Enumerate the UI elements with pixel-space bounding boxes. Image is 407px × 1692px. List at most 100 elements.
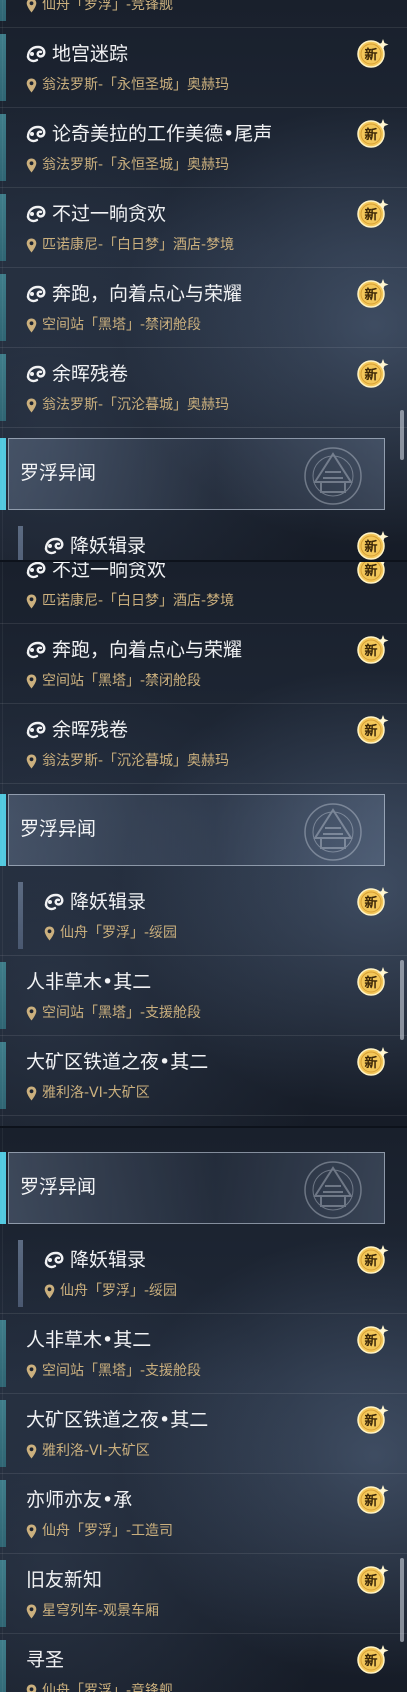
quest-location-row: 雅利洛-VI-大矿区 — [26, 1084, 150, 1102]
new-badge: 新 — [355, 1324, 389, 1354]
category-header[interactable]: 罗浮异闻 — [0, 794, 407, 866]
scrollbar[interactable] — [400, 410, 404, 460]
map-pin-icon — [26, 318, 37, 332]
quest-location-row: 翁法罗斯-「永恒圣城」奥赫玛 — [26, 76, 229, 94]
quest-title-row: 不过一晌贪欢 — [26, 202, 166, 226]
map-pin-icon — [26, 398, 37, 412]
quest-location: 空间站「黑塔」-支援舱段 — [42, 1005, 202, 1021]
quest-list-item[interactable]: 大矿区铁道之夜•其二雅利洛-VI-大矿区 新 — [0, 1036, 407, 1116]
quest-title: 奔跑，向着点心与荣耀 — [52, 639, 243, 661]
category-header[interactable]: 罗浮异闻 — [0, 438, 407, 510]
quest-list-panel-3[interactable]: 罗浮异闻 降妖辑录 仙舟「罗浮」-绥园新人非草木•其二 空间站「黑塔」-支援舱段新大矿… — [0, 1128, 407, 1692]
quest-title-row: 地宫迷踪 — [26, 42, 128, 66]
quest-title-row: 大矿区铁道之夜•其二 — [26, 1050, 208, 1074]
new-badge-label: 新 — [364, 724, 378, 739]
quest-list-item[interactable]: 亦师亦友•承 仙舟「罗浮」-工造司 新 — [0, 1474, 407, 1554]
quest-title: 降妖辑录 — [70, 1249, 147, 1271]
quest-list-item[interactable]: 奔跑，向着点心与荣耀 空间站「黑塔」-禁闭舱段 新 — [0, 624, 407, 704]
quest-list-item[interactable]: 人非草木•其二空间站「黑塔」-支援舱段 新 — [0, 1314, 407, 1394]
map-pin-icon — [26, 1604, 37, 1618]
quest-title-row: 亦师亦友•承 — [26, 1488, 132, 1512]
map-pin-icon — [26, 754, 37, 768]
quest-title-row: 降妖辑录 — [44, 1248, 146, 1272]
quest-location: 翁法罗斯-「沉沦暮城」奥赫玛 — [42, 753, 230, 769]
quest-title-row: 大矿区铁道之夜•其二 — [26, 1408, 208, 1432]
quest-list-item[interactable]: 地宫迷踪 翁法罗斯-「永恒圣城」奥赫玛 新 — [0, 28, 407, 108]
map-pin-icon — [26, 1006, 37, 1020]
quest-title: 余晖残卷 — [52, 719, 129, 741]
quest-list-content: 不过一晌贪欢 匹诺康尼-「白日梦」酒店-梦境新奔跑，向着点心与荣耀 空间站「黑塔」-… — [0, 562, 407, 1116]
quest-location: 仙舟「罗浮」-竞锋舰 — [42, 1683, 174, 1692]
item-accent-bar — [0, 114, 6, 181]
trailblaze-quest-icon — [44, 1251, 64, 1269]
new-badge: 新 — [355, 278, 389, 308]
item-accent-bar — [0, 274, 6, 341]
trailblaze-quest-icon — [26, 45, 46, 63]
quest-list-item[interactable]: 寻圣 仙舟「罗浮」-竞锋舰 新 — [0, 1634, 407, 1692]
item-accent-bar — [18, 526, 23, 560]
quest-location-row: 空间站「黑塔」-禁闭舱段 — [26, 316, 201, 334]
item-accent-bar — [0, 354, 6, 421]
quest-list-item[interactable]: 余晖残卷翁法罗斯-「沉沦暮城」奥赫玛 新 — [0, 704, 407, 784]
new-badge-label: 新 — [364, 208, 378, 223]
quest-list-item[interactable]: 论奇美拉的工作美德•尾声 翁法罗斯-「永恒圣城」奥赫玛 新 — [0, 108, 407, 188]
category-label: 罗浮异闻 — [20, 818, 97, 840]
item-accent-bar — [0, 1640, 6, 1692]
item-accent-bar — [18, 1240, 23, 1307]
item-accent-bar — [0, 1042, 6, 1109]
map-pin-icon — [26, 78, 37, 92]
quest-location: 空间站「黑塔」-禁闭舱段 — [42, 673, 202, 689]
quest-location-row: 空间站「黑塔」-支援舱段 — [26, 1362, 201, 1380]
new-badge-label: 新 — [364, 976, 378, 991]
trailblaze-quest-icon — [26, 285, 46, 303]
new-badge-label: 新 — [364, 1494, 378, 1509]
quest-location: 雅利洛-VI-大矿区 — [42, 1085, 150, 1101]
quest-list-item[interactable]: 不过一晌贪欢匹诺康尼-「白日梦」酒店-梦境 新 — [0, 188, 407, 268]
quest-list-item[interactable]: 不过一晌贪欢 匹诺康尼-「白日梦」酒店-梦境 新 — [0, 562, 407, 624]
item-accent-bar — [0, 194, 6, 261]
quest-location-row: 雅利洛-VI-大矿区 — [26, 1442, 150, 1460]
map-pin-icon — [26, 1086, 37, 1100]
quest-title-row: 人非草木•其二 — [26, 1328, 151, 1352]
quest-list-item[interactable]: 旧友新知 星穹列车-观景车厢 新 — [0, 1554, 407, 1634]
quest-title: 降妖辑录 — [70, 535, 147, 557]
item-accent-bar — [0, 1480, 6, 1547]
quest-list-panel-1[interactable]: 仙舟「罗浮」-竞锋舰新地宫迷踪翁法罗斯-「永恒圣城」奥赫玛新 论奇美拉的工作美德•… — [0, 0, 407, 560]
trailblaze-quest-icon — [26, 125, 46, 143]
new-badge: 新 — [355, 1484, 389, 1514]
map-pin-icon — [44, 1284, 55, 1298]
quest-title-row: 降妖辑录 — [44, 534, 146, 558]
quest-location: 匹诺康尼-「白日梦」酒店-梦境 — [42, 593, 235, 609]
category-header[interactable]: 罗浮异闻 — [0, 1152, 407, 1224]
quest-list-panel-2[interactable]: 不过一晌贪欢 匹诺康尼-「白日梦」酒店-梦境新奔跑，向着点心与荣耀 空间站「黑塔」-… — [0, 562, 407, 1126]
quest-title: 余晖残卷 — [52, 363, 129, 385]
trailblaze-quest-icon — [44, 537, 64, 555]
quest-title: 降妖辑录 — [70, 891, 147, 913]
new-badge: 新 — [355, 1244, 389, 1274]
new-badge: 新 — [355, 1564, 389, 1594]
category-accent-bar — [0, 1152, 6, 1224]
new-badge-label: 新 — [364, 1056, 378, 1071]
quest-list-item[interactable]: 大矿区铁道之夜•其二 雅利洛-VI-大矿区 新 — [0, 1394, 407, 1474]
quest-list-item[interactable]: 降妖辑录 新 — [0, 520, 407, 560]
new-badge: 新 — [355, 562, 389, 584]
quest-list-item[interactable]: 余晖残卷 翁法罗斯-「沉沦暮城」奥赫玛 新 — [0, 348, 407, 428]
trailblaze-quest-icon — [26, 365, 46, 383]
quest-list-item[interactable]: 仙舟「罗浮」-竞锋舰新 — [0, 0, 407, 28]
quest-location-row: 匹诺康尼-「白日梦」酒店-梦境 — [26, 236, 234, 254]
scrollbar[interactable] — [400, 1558, 404, 1642]
quest-location: 仙舟「罗浮」-绥园 — [60, 925, 178, 941]
quest-location: 翁法罗斯-「永恒圣城」奥赫玛 — [42, 77, 230, 93]
quest-list-content: 罗浮异闻 降妖辑录 仙舟「罗浮」-绥园新人非草木•其二 空间站「黑塔」-支援舱段新大矿… — [0, 1142, 407, 1692]
quest-list-item[interactable]: 降妖辑录 仙舟「罗浮」-绥园 新 — [0, 876, 407, 956]
item-accent-bar — [0, 962, 6, 1029]
map-pin-icon — [26, 1684, 37, 1692]
map-pin-icon — [26, 0, 37, 12]
quest-list-item[interactable]: 人非草木•其二 空间站「黑塔」-支援舱段 新 — [0, 956, 407, 1036]
scrollbar[interactable] — [400, 960, 404, 1040]
luofu-emblem-icon — [304, 803, 362, 861]
quest-location: 空间站「黑塔」-支援舱段 — [42, 1363, 202, 1379]
map-pin-icon — [26, 674, 37, 688]
quest-list-item[interactable]: 降妖辑录 仙舟「罗浮」-绥园 新 — [0, 1234, 407, 1314]
quest-list-item[interactable]: 奔跑，向着点心与荣耀 空间站「黑塔」-禁闭舱段 新 — [0, 268, 407, 348]
